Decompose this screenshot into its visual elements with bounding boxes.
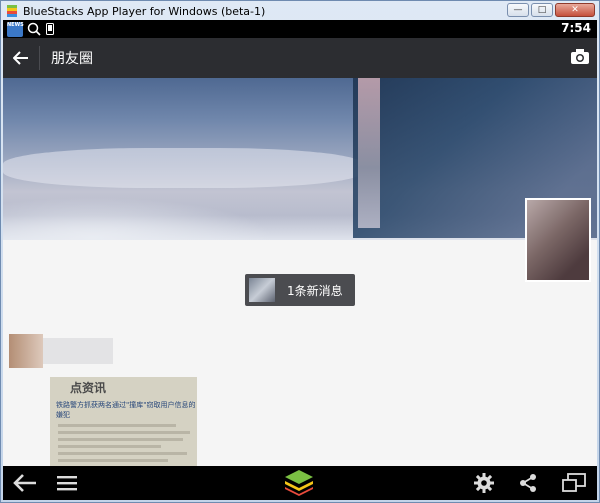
menu-icon xyxy=(57,476,77,491)
cover-cloud xyxy=(3,148,363,188)
camera-icon xyxy=(571,49,589,64)
bluestacks-app-icon xyxy=(5,5,19,17)
nav-share-button[interactable] xyxy=(511,466,545,500)
post-image-heading: 点资讯 xyxy=(70,381,107,395)
post-author-avatar[interactable] xyxy=(9,334,43,368)
close-button[interactable]: ✕ xyxy=(555,3,595,17)
new-message-badge[interactable]: 1条新消息 xyxy=(245,274,355,306)
share-icon xyxy=(520,474,536,492)
actionbar-divider xyxy=(39,46,40,70)
post-author-name[interactable] xyxy=(43,338,113,364)
search-icon xyxy=(27,22,41,36)
page-title: 朋友圈 xyxy=(51,51,93,67)
window-title: BlueStacks App Player for Windows (beta-… xyxy=(23,4,266,18)
gear-icon xyxy=(474,473,494,493)
nav-home-button[interactable] xyxy=(281,466,317,500)
news-icon: NEWS xyxy=(7,21,24,37)
nav-menu-button[interactable] xyxy=(49,466,85,500)
cover-blurred-strip xyxy=(358,78,380,228)
post-image-title: 铁路警方抓获两名通过"撞库"窃取用户信息的嫌犯 xyxy=(56,401,196,419)
back-button[interactable] xyxy=(3,38,39,78)
post-image-text-line xyxy=(58,445,161,448)
post-image-text-line xyxy=(58,431,191,434)
android-screen: NEWS 7:54 朋友圈 1条新消息 点资讯 铁路警方抓获两名通过"撞库"窃取… xyxy=(3,20,597,500)
nav-settings-button[interactable] xyxy=(467,466,501,500)
post-image-text-line xyxy=(58,424,176,427)
status-bar: NEWS 7:54 xyxy=(3,20,597,38)
window-titlebar[interactable]: BlueStacks App Player for Windows (beta-… xyxy=(1,1,600,21)
post-image-text-line xyxy=(58,459,169,462)
bluestacks-navbar xyxy=(3,466,597,500)
cover-photo[interactable] xyxy=(3,78,597,240)
bluestacks-logo-icon xyxy=(285,470,313,496)
back-arrow-icon xyxy=(13,51,28,65)
phone-icon xyxy=(46,23,54,35)
clock: 7:54 xyxy=(561,21,591,35)
action-bar: 朋友圈 xyxy=(3,38,597,78)
nav-window-button[interactable] xyxy=(555,466,593,500)
window-icon xyxy=(562,473,586,492)
window-controls: — □ ✕ xyxy=(507,3,595,17)
post-image-text-line xyxy=(58,452,188,455)
message-sender-thumbnail xyxy=(249,278,275,302)
new-message-text: 1条新消息 xyxy=(287,283,343,298)
nav-back-button[interactable] xyxy=(7,466,43,500)
post-shared-image[interactable]: 点资讯 铁路警方抓获两名通过"撞库"窃取用户信息的嫌犯 xyxy=(50,377,197,467)
post-image-text-line xyxy=(58,438,183,441)
camera-button[interactable] xyxy=(569,46,591,68)
minimize-button[interactable]: — xyxy=(507,3,529,17)
maximize-button[interactable]: □ xyxy=(531,3,553,17)
profile-avatar[interactable] xyxy=(525,198,591,282)
back-arrow-icon xyxy=(13,474,36,492)
